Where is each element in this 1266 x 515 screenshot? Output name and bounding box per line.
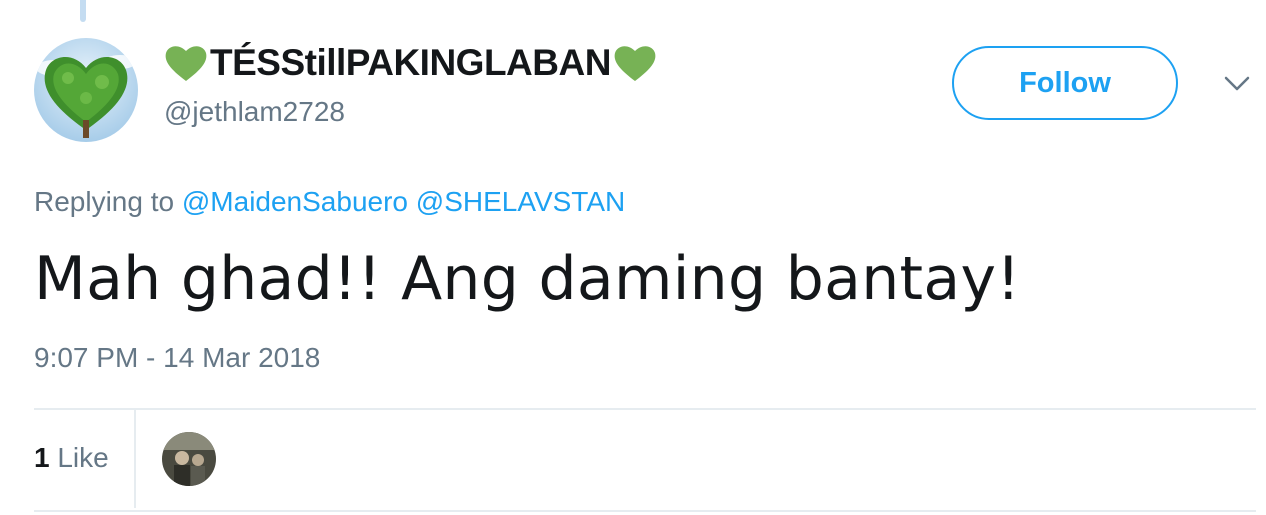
divider bbox=[134, 410, 136, 508]
likes-stat[interactable]: 1 Like bbox=[34, 442, 109, 474]
divider bbox=[34, 510, 1256, 512]
tweet-text: Mah ghad!! Ang daming bantay! bbox=[34, 244, 1021, 314]
avatar[interactable] bbox=[34, 38, 138, 142]
likes-label: Like bbox=[57, 442, 109, 473]
replying-to-prefix: Replying to bbox=[34, 186, 175, 217]
green-heart-icon bbox=[613, 43, 657, 83]
display-name-row[interactable]: TÉSStillPAKINGLABAN bbox=[164, 42, 657, 84]
user-handle[interactable]: @jethlam2728 bbox=[164, 96, 345, 128]
follow-button[interactable]: Follow bbox=[952, 46, 1178, 120]
display-name[interactable]: TÉSStillPAKINGLABAN bbox=[210, 42, 611, 84]
tweet-timestamp[interactable]: 9:07 PM - 14 Mar 2018 bbox=[34, 342, 320, 374]
reply-mention-link[interactable]: @SHELAVSTAN bbox=[416, 186, 625, 217]
replying-to-line: Replying to @MaidenSabuero @SHELAVSTAN bbox=[34, 186, 625, 218]
likes-count: 1 bbox=[34, 442, 50, 473]
green-heart-icon bbox=[164, 43, 208, 83]
chevron-down-icon[interactable] bbox=[1224, 74, 1250, 94]
thread-connector-line bbox=[80, 0, 86, 22]
avatar-heart-tree-image bbox=[34, 38, 138, 142]
tweet-stats: 1 Like bbox=[34, 410, 1256, 508]
reply-mention-link[interactable]: @MaidenSabuero bbox=[182, 186, 408, 217]
liker-avatar[interactable] bbox=[162, 432, 216, 486]
tweet-header: TÉSStillPAKINGLABAN @jethlam2728 Follow bbox=[34, 38, 1266, 148]
